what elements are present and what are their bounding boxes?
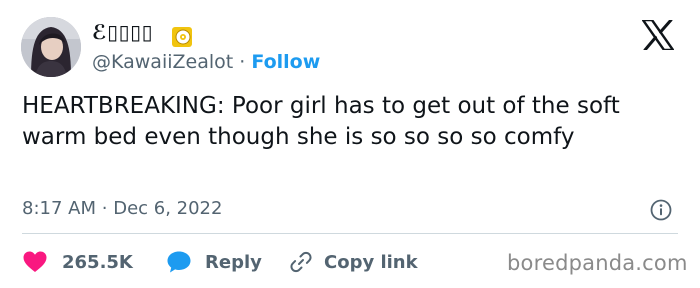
handle-row: @KawaiiZealot · Follow	[92, 50, 320, 74]
copy-link-label: Copy link	[324, 251, 418, 273]
like-count: 265.5K	[62, 251, 133, 273]
timestamp[interactable]: 8:17 AM · Dec 6, 2022	[22, 197, 222, 221]
like-button[interactable]: 265.5K	[22, 250, 147, 274]
follow-button[interactable]: Follow	[251, 51, 320, 73]
display-name[interactable]: ℰ▯▯▯▯	[92, 19, 153, 45]
divider	[22, 233, 678, 234]
time-separator: ·	[101, 198, 108, 219]
x-logo-icon[interactable]	[642, 20, 674, 50]
cd-disc-emoji-icon	[172, 27, 192, 47]
avatar-photo	[21, 17, 81, 77]
tweet-date: Dec 6, 2022	[113, 198, 223, 219]
action-bar: 265.5K Reply Copy link	[22, 247, 418, 277]
info-icon[interactable]	[650, 199, 672, 221]
handle[interactable]: @KawaiiZealot	[92, 51, 233, 73]
avatar[interactable]	[21, 17, 81, 77]
link-icon	[290, 251, 312, 273]
tweet-time: 8:17 AM	[22, 198, 96, 219]
handle-separator: ·	[239, 51, 246, 73]
copy-link-button[interactable]: Copy link	[289, 250, 418, 274]
watermark: boredpanda.com	[507, 251, 688, 275]
tweet-text: HEARTBREAKING: Poor girl has to get out …	[22, 93, 620, 150]
speech-bubble-icon	[167, 251, 191, 273]
heart-icon	[23, 251, 47, 272]
reply-label: Reply	[205, 251, 262, 273]
reply-button[interactable]: Reply	[166, 250, 286, 274]
